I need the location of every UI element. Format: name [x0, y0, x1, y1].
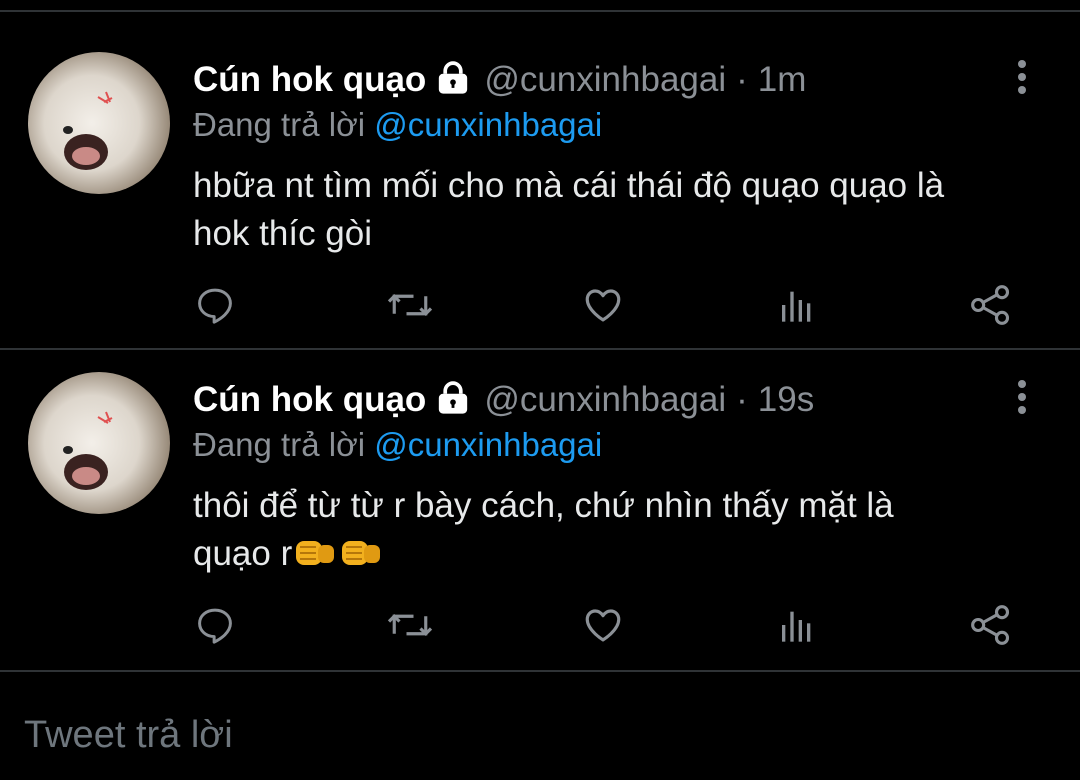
tweet-text-line: hbữa nt tìm mối cho mà cái thái độ quạo … — [193, 166, 945, 205]
composer-divider — [0, 670, 1080, 672]
display-name[interactable]: Cún hok quạo — [193, 60, 426, 100]
oncoming-fist-icon — [294, 535, 338, 584]
action-bar — [0, 280, 1080, 330]
separator-dot: · — [736, 60, 748, 99]
replying-to: Đang trả lời @cunxinhbagai — [193, 106, 602, 144]
reply-icon[interactable] — [190, 280, 240, 330]
oncoming-fist-icon — [340, 535, 384, 584]
share-icon[interactable] — [966, 280, 1016, 330]
like-icon[interactable] — [578, 280, 628, 330]
avatar[interactable] — [28, 52, 170, 194]
tweet-text-line: thôi để từ từ r bày cách, chứ nhìn thấy … — [193, 486, 894, 525]
avatar[interactable] — [28, 372, 170, 514]
replying-prefix: Đang trả lời — [193, 106, 366, 143]
tweet-header: Cún hok quạo @cunxinhbagai · 1m — [193, 56, 806, 104]
tweet-divider — [0, 348, 1080, 350]
share-icon[interactable] — [966, 600, 1016, 650]
like-icon[interactable] — [578, 600, 628, 650]
retweet-icon[interactable] — [385, 600, 435, 650]
analytics-icon[interactable] — [772, 600, 822, 650]
lock-icon — [436, 60, 470, 100]
handle[interactable]: @cunxinhbagai — [484, 60, 726, 100]
display-name[interactable]: Cún hok quạo — [193, 380, 426, 420]
handle[interactable]: @cunxinhbagai — [484, 380, 726, 420]
reply-icon[interactable] — [190, 600, 240, 650]
lock-icon — [436, 380, 470, 420]
more-options-icon[interactable] — [1008, 378, 1036, 418]
mention-link[interactable]: @cunxinhbagai — [374, 426, 602, 463]
tweet-text-line: quạo r — [193, 534, 293, 573]
reply-composer-input[interactable]: Tweet trả lời — [24, 714, 233, 757]
analytics-icon[interactable] — [772, 280, 822, 330]
mention-link[interactable]: @cunxinhbagai — [374, 106, 602, 143]
tweet-text-line: hok thíc gòi — [193, 214, 372, 253]
tweet-text: thôi để từ từ r bày cách, chứ nhìn thấy … — [193, 482, 1043, 584]
tweet-header: Cún hok quạo @cunxinhbagai · 19s — [193, 376, 814, 424]
retweet-icon[interactable] — [385, 280, 435, 330]
more-options-icon[interactable] — [1008, 58, 1036, 98]
action-bar — [0, 600, 1080, 650]
timestamp[interactable]: 1m — [758, 60, 807, 100]
replying-prefix: Đang trả lời — [193, 426, 366, 463]
separator-dot: · — [736, 380, 748, 419]
top-divider — [0, 10, 1080, 12]
replying-to: Đang trả lời @cunxinhbagai — [193, 426, 602, 464]
timestamp[interactable]: 19s — [758, 380, 814, 420]
tweet-text-line-with-emoji: quạo r — [193, 530, 1043, 584]
tweet-text: hbữa nt tìm mối cho mà cái thái độ quạo … — [193, 162, 1043, 258]
